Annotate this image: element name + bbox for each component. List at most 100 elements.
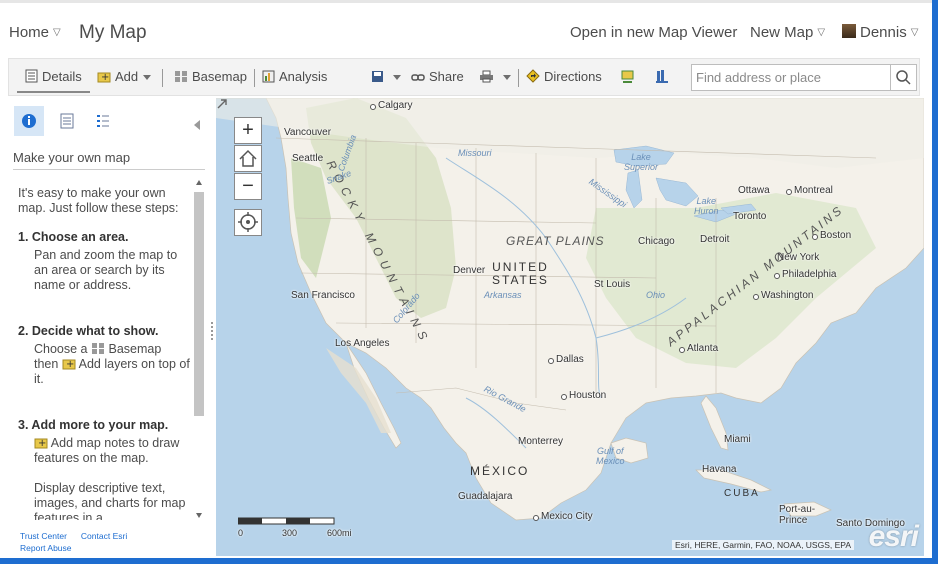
report-abuse-link[interactable]: Report Abuse (20, 543, 72, 553)
chevron-down-icon: ▽ (817, 27, 826, 38)
content-icon (60, 113, 74, 129)
esri-logo: esri (868, 520, 919, 553)
water-label-line-2: Mexico (596, 456, 625, 466)
avatar (842, 24, 856, 38)
city-label: Miami (724, 434, 751, 445)
save-icon (372, 71, 383, 82)
city-label: Los Angeles (335, 338, 390, 349)
step-3-text: + Add map notes to draw features on the … (34, 436, 190, 466)
measure-button[interactable] (620, 69, 639, 84)
city-label: San Francisco (291, 290, 355, 301)
expand-icon[interactable] (216, 98, 228, 110)
scale-bar: 0 300 600mi (238, 516, 358, 542)
info-icon (22, 114, 36, 128)
print-button[interactable] (479, 69, 511, 84)
legend-icon (97, 115, 109, 127)
share-label: Share (429, 69, 464, 84)
header: Home ▽ My Map Open in new Map Viewer New … (0, 0, 932, 58)
toolbar: Details + Add Basemap Analysis Share Dire… (8, 58, 920, 96)
locate-button[interactable] (234, 209, 262, 236)
details-button[interactable]: Details (17, 63, 90, 93)
basemap-icon (92, 343, 104, 354)
page-title: My Map (79, 22, 147, 43)
zoom-out-button[interactable]: − (234, 173, 262, 200)
tab-about[interactable] (14, 106, 44, 136)
open-in-new-map-viewer-link[interactable]: Open in new Map Viewer (570, 24, 737, 41)
search-icon (896, 70, 911, 85)
water-label-line-2: Huron (694, 206, 719, 216)
city-label: Denver (453, 265, 486, 276)
tab-legend[interactable] (88, 106, 118, 136)
scale-label: 300 (282, 528, 298, 538)
user-menu[interactable]: Dennis ▽ (842, 24, 918, 41)
city-label: Houston (560, 390, 607, 401)
new-map-label: New Map (750, 24, 814, 41)
basemap-land (216, 98, 924, 521)
city-label: Monterrey (518, 436, 564, 447)
print-icon (480, 70, 493, 83)
city-label: Seattle (292, 153, 324, 164)
directions-icon (526, 69, 540, 83)
analysis-icon (262, 70, 275, 83)
country-label: MÉXICO (470, 464, 530, 478)
scale-bar-graphic (238, 517, 335, 525)
basemap-button[interactable]: Basemap (174, 69, 247, 84)
zoom-in-button[interactable]: + (234, 117, 262, 144)
city-label: Washington (752, 290, 814, 301)
directions-button[interactable]: Directions (526, 69, 602, 84)
city-label: Ottawa (738, 185, 770, 196)
water-label: Lake Superior (624, 152, 658, 172)
basemap-label: Basemap (192, 69, 247, 84)
panel-scrollbar[interactable] (194, 180, 204, 520)
city-label: Chicago (638, 236, 675, 247)
search-button[interactable] (890, 65, 916, 90)
tab-content[interactable] (52, 106, 82, 136)
bookmarks-button[interactable] (655, 69, 673, 84)
map-view[interactable]: + − Calgary Vancouver Seattle San Franci… (216, 98, 924, 556)
details-label: Details (42, 69, 82, 84)
share-button[interactable]: Share (411, 69, 464, 84)
step-2-add-text: Add layers on top of it. (34, 357, 190, 386)
home-menu[interactable]: Home ▽ (9, 24, 61, 41)
map-attribution[interactable]: Esri, HERE, Garmin, FAO, NOAA, USGS, EPA (671, 540, 854, 550)
chevron-down-icon (143, 75, 152, 81)
city-label: St Louis (594, 279, 631, 290)
add-button[interactable]: + Add (97, 69, 152, 84)
search-input[interactable] (692, 65, 891, 90)
panel-resize-handle[interactable] (211, 322, 213, 340)
details-icon (25, 69, 38, 83)
country-label: UNITED STATES (492, 261, 549, 287)
water-label: Ohio (646, 290, 666, 300)
water-label: Missouri (458, 148, 492, 158)
analysis-button[interactable]: Analysis (262, 69, 327, 84)
step-2-title: 2. Decide what to show. (18, 324, 159, 338)
scroll-thumb[interactable] (194, 192, 204, 416)
panel-footer: Trust Center Contact Esri Report Abuse (20, 530, 200, 554)
home-icon (239, 149, 257, 167)
home-extent-button[interactable] (234, 145, 262, 172)
scroll-down-arrow-icon[interactable] (196, 513, 202, 518)
city-label: Atlanta (678, 343, 719, 354)
details-panel: Make your own map It's easy to make your… (8, 98, 208, 556)
step-3-text-2: Display descriptive text, images, and ch… (34, 481, 186, 520)
save-button[interactable] (371, 69, 401, 84)
step-2-text: Choose a Basemap then + Add layers on to… (34, 342, 190, 387)
city-label: Mexico City (533, 511, 593, 522)
city-label: Vancouver (284, 127, 332, 138)
svg-text:+: + (101, 72, 109, 83)
add-icon: + (62, 359, 76, 370)
trust-center-link[interactable]: Trust Center (20, 531, 67, 541)
chevron-down-icon: ▽ (910, 27, 919, 38)
search-box (691, 64, 917, 91)
water-label: Arkansas (484, 290, 522, 300)
bookmark-icon (656, 70, 668, 83)
step-3-title: 3. Add more to your map. (18, 418, 169, 432)
step-2-text-b: then (34, 357, 59, 371)
home-label: Home (9, 24, 50, 41)
new-map-menu[interactable]: New Map ▽ (750, 24, 825, 41)
contact-esri-link[interactable]: Contact Esri (81, 531, 127, 541)
scale-label: 600mi (327, 528, 352, 538)
scroll-up-arrow-icon[interactable] (196, 180, 202, 185)
water-label-line-1: Lake (696, 196, 717, 206)
collapse-panel-button[interactable] (194, 120, 200, 130)
